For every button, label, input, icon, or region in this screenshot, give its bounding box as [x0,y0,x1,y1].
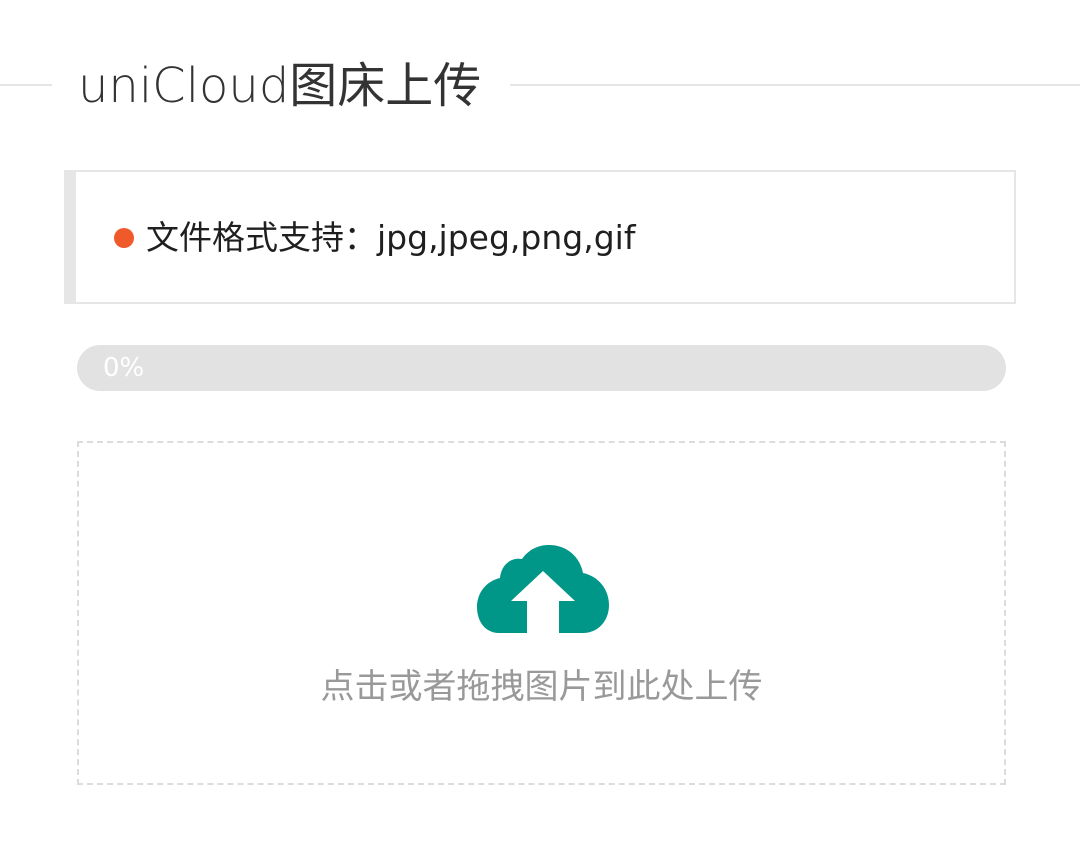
format-notice-text: 文件格式支持：jpg,jpeg,png,gif [146,218,636,257]
bullet-dot-icon [114,228,134,248]
header-divider-left [0,84,52,86]
page-header: uniCloud图床上传 [0,50,1080,122]
header-divider-right [510,84,1080,86]
format-notice: 文件格式支持：jpg,jpeg,png,gif [64,170,1016,304]
upload-hint-text: 点击或者拖拽图片到此处上传 [320,667,763,707]
format-notice-item: 文件格式支持：jpg,jpeg,png,gif [114,216,635,260]
upload-progress-bar: 0% [77,345,1006,391]
upload-dropzone[interactable]: 点击或者拖拽图片到此处上传 [77,441,1006,785]
upload-progress-label: 0% [103,353,145,383]
page-title: uniCloud图床上传 [78,58,482,114]
cloud-upload-icon [477,545,609,633]
